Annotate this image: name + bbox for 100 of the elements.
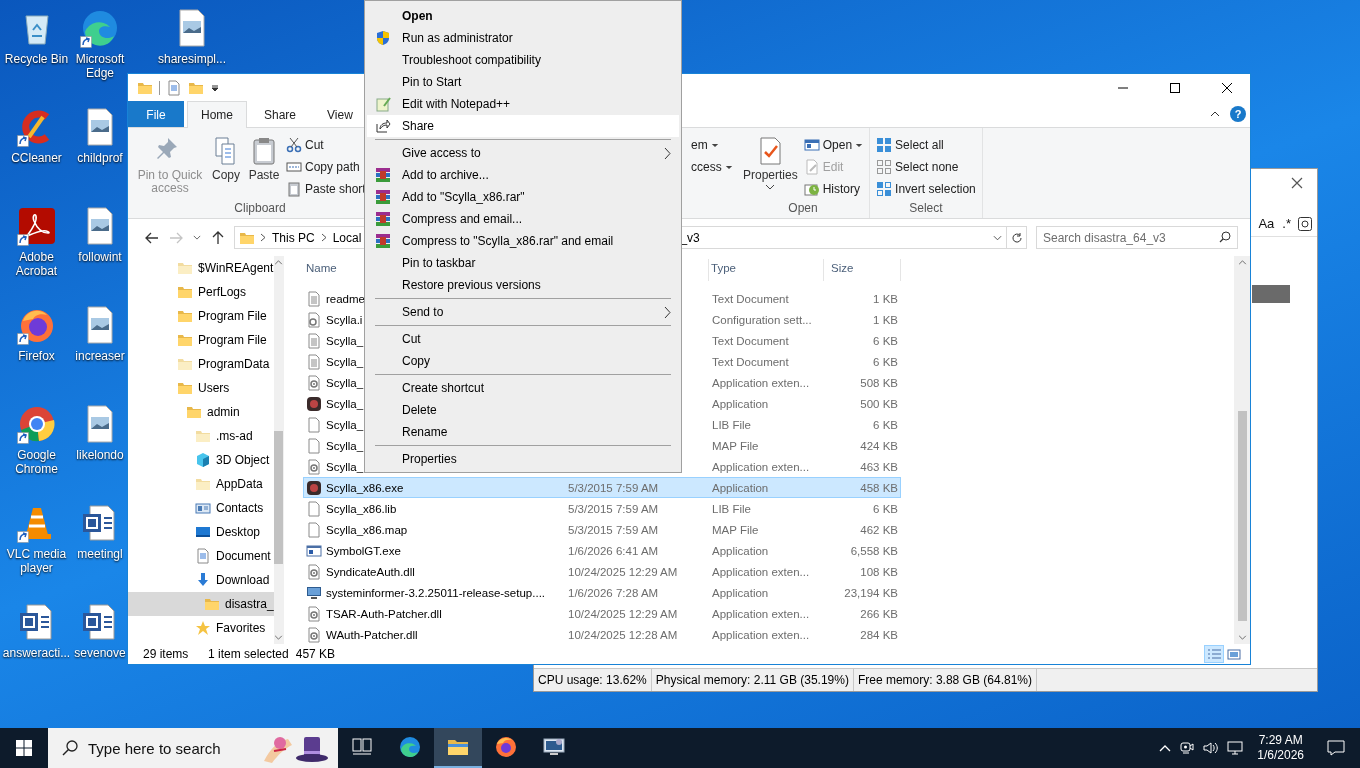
icon-label[interactable]: childprof	[77, 151, 123, 165]
scroll-thumb[interactable]	[1237, 411, 1247, 621]
network-icon[interactable]	[1227, 740, 1244, 756]
icon-label[interactable]: Firefox	[18, 349, 55, 363]
menu-item[interactable]: Run as administrator	[367, 27, 679, 49]
menu-item[interactable]: Compress to "Scylla_x86.rar" and email	[367, 230, 679, 252]
contact-card-icon	[195, 500, 211, 516]
clock[interactable]: 7:29 AM 1/6/2026	[1251, 733, 1310, 763]
tree-item[interactable]: admin	[128, 400, 274, 424]
chevron-up-icon[interactable]	[1210, 111, 1220, 117]
tree-item[interactable]: disastra_	[128, 592, 274, 616]
search-field[interactable]: Search disastra_64_v3	[1036, 226, 1238, 249]
ribbon-button[interactable]: Copy path	[284, 156, 362, 178]
camera-icon[interactable]	[1179, 740, 1196, 756]
icon-label[interactable]: VLC media player	[0, 547, 73, 575]
help-button[interactable]: ?	[1230, 106, 1246, 122]
menu-item[interactable]: Rename	[367, 421, 679, 443]
selected-row[interactable]: Scylla_x86.exe 5/3/2015 7:59 AM Application 458 KB	[303, 477, 901, 498]
tree-item[interactable]: Program File	[128, 328, 274, 352]
breadcrumb[interactable]: _v3	[679, 230, 701, 245]
ribbon-button[interactable]: Open	[801, 134, 866, 156]
tree-item[interactable]: Document	[128, 544, 274, 568]
column-header[interactable]: Size	[831, 262, 854, 274]
browser-icon[interactable]	[80, 8, 120, 48]
menu-item[interactable]: Troubleshoot compatibility	[367, 49, 679, 71]
menu-item[interactable]: Restore previous versions	[367, 274, 679, 296]
column-header[interactable]: Name	[306, 262, 337, 274]
icon-label[interactable]: likelondo	[76, 448, 124, 462]
status-text: 1 item selected	[208, 647, 289, 661]
tree-item[interactable]: Desktop	[128, 520, 274, 544]
tree-item[interactable]: 3D Object	[128, 448, 274, 472]
browser-icon[interactable]	[16, 404, 57, 444]
ribbon-button[interactable]: Cut	[284, 134, 326, 156]
menu-item[interactable]: Properties	[367, 448, 679, 470]
ribbon-button[interactable]: em	[689, 134, 721, 156]
ribbon-button[interactable]: Invert selection	[874, 178, 978, 200]
tree-item[interactable]: $WinREAgent	[128, 256, 274, 280]
menu-item[interactable]: Pin to taskbar	[367, 252, 679, 274]
taskbar-button[interactable]	[434, 728, 482, 768]
ribbon-button[interactable]: History	[801, 178, 863, 200]
ribbon-tab[interactable]: Share	[250, 101, 311, 127]
breadcrumb[interactable]: Local	[331, 230, 363, 245]
icon-label[interactable]: meetingl	[77, 547, 123, 561]
breadcrumb[interactable]: This PC	[271, 230, 316, 245]
tree-item[interactable]: Program File	[128, 304, 274, 328]
menu-item[interactable]: Create shortcut	[367, 377, 679, 399]
ribbon-button[interactable]: Paste short	[284, 178, 368, 200]
menu-item[interactable]: Edit with Notepad++	[367, 93, 679, 115]
icon-label[interactable]: answeracti...	[2, 646, 71, 660]
ribbon-tab[interactable]: View	[313, 101, 367, 127]
icon-label[interactable]: sharesimpl...	[158, 52, 226, 66]
menu-item[interactable]: Cut	[367, 328, 679, 350]
search-option[interactable]: Aa	[1256, 215, 1277, 232]
icon-label[interactable]: increaser	[75, 349, 125, 363]
menu-item[interactable]: Give access to	[367, 142, 679, 164]
ribbon-button[interactable]: Properties	[741, 132, 800, 201]
refresh-button[interactable]	[1007, 226, 1027, 249]
speaker-icon[interactable]	[1203, 740, 1220, 756]
icon-label[interactable]: sevenove	[74, 646, 126, 660]
ribbon-button[interactable]: Select none	[874, 156, 961, 178]
ribbon-tab[interactable]: Home	[187, 101, 247, 128]
scroll-thumb[interactable]	[274, 431, 284, 564]
menu-item[interactable]: Share	[367, 115, 679, 137]
file-tab[interactable]: File	[128, 101, 184, 127]
menu-item[interactable]: Open	[367, 5, 679, 27]
scrollbar[interactable]	[1234, 256, 1250, 644]
icon-label[interactable]: Google Chrome	[0, 448, 73, 476]
icon-label[interactable]: Adobe Acrobat	[0, 250, 73, 278]
ribbon-button[interactable]: Copy	[208, 132, 244, 201]
column-header[interactable]: Type	[711, 262, 736, 274]
menu-item[interactable]: Copy	[367, 350, 679, 372]
tree-item[interactable]: PerfLogs	[128, 280, 274, 304]
ribbon-button[interactable]: Paste	[246, 132, 282, 201]
close-icon[interactable]	[1291, 177, 1303, 189]
file-name: readme	[326, 292, 365, 305]
icon-label[interactable]: Microsoft Edge	[73, 52, 127, 80]
ribbon-button[interactable]: ccess	[689, 156, 735, 178]
search-field[interactable]: Type here to search	[48, 728, 338, 768]
tree-item[interactable]: Download	[128, 568, 274, 592]
menu-item[interactable]: Pin to Start	[367, 71, 679, 93]
menu-item[interactable]: Send to	[367, 301, 679, 323]
caret-icon[interactable]	[993, 234, 1002, 241]
tree-item[interactable]: AppData	[128, 472, 274, 496]
scrollbar[interactable]	[273, 256, 284, 644]
menu-item[interactable]: Add to "Scylla_x86.rar"	[367, 186, 679, 208]
tree-item[interactable]: .ms-ad	[128, 424, 274, 448]
tree-item[interactable]: Users	[128, 376, 274, 400]
tree-item[interactable]: Favorites	[128, 616, 274, 640]
icon-label[interactable]: Recycle Bin	[4, 52, 69, 66]
icon-label[interactable]: followint	[78, 250, 122, 264]
tree-item[interactable]: Contacts	[128, 496, 274, 520]
pdf-icon[interactable]	[16, 206, 57, 246]
dropdown-icon[interactable]	[210, 82, 220, 93]
tree-item[interactable]: ProgramData	[128, 352, 274, 376]
menu-item[interactable]: Delete	[367, 399, 679, 421]
ribbon-button[interactable]: Select all	[874, 134, 946, 156]
search-option[interactable]: .*	[1280, 215, 1293, 232]
menu-item[interactable]: Compress and email...	[367, 208, 679, 230]
menu-item[interactable]: Add to archive...	[367, 164, 679, 186]
icon-label[interactable]: CCleaner	[11, 151, 62, 165]
